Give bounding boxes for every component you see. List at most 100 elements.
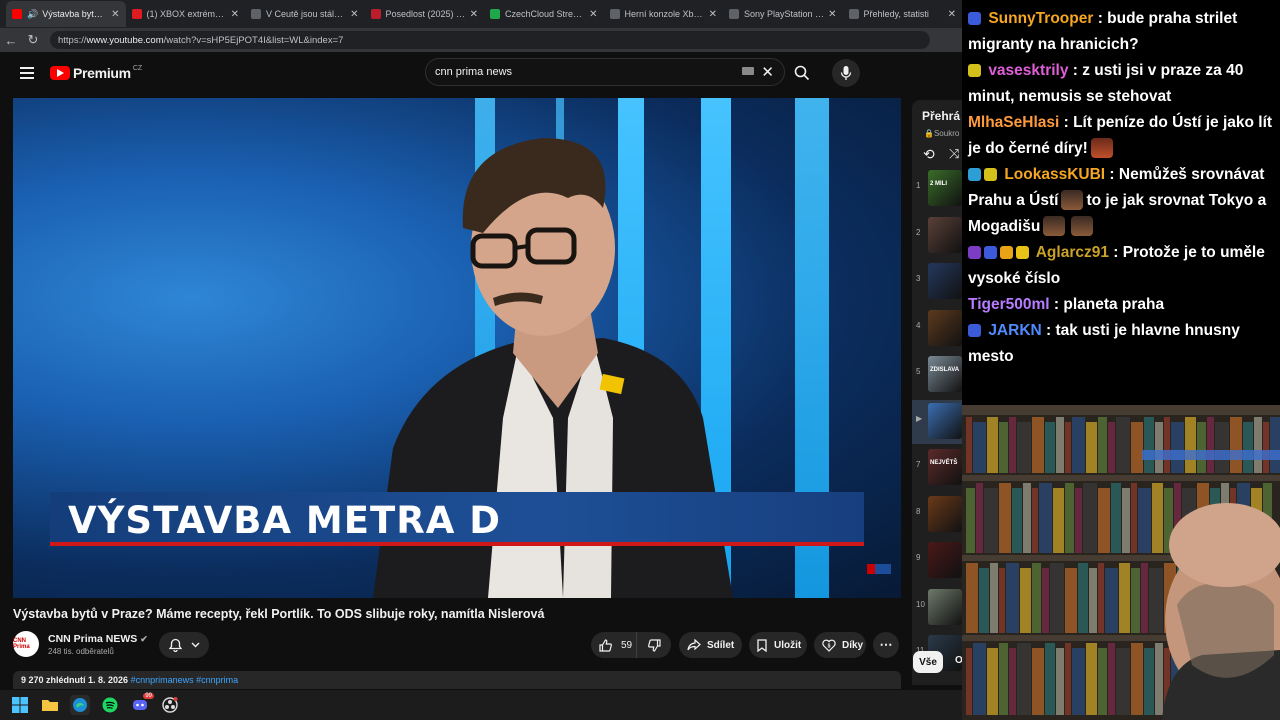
obs-button[interactable] [160,695,180,715]
chat-username[interactable]: Aglarcz91 [1036,244,1109,261]
share-button[interactable]: Sdílet [679,632,742,658]
playlist-thumbnail [928,263,962,299]
lock-icon: 🔒 [924,129,934,138]
hashtags[interactable]: #cnnprimanews #cnnprima [131,675,239,685]
edge-browser-button[interactable] [70,695,90,715]
book-spine [1017,643,1031,715]
start-button[interactable] [10,695,30,715]
playlist-item[interactable]: 5 ZDISLAVA [912,353,962,397]
reload-icon[interactable]: ↻ [22,32,44,48]
chat-message: Tiger500ml : planeta praha [968,296,1165,313]
channel-avatar[interactable]: CNN Prima [13,631,39,657]
url-prefix: https:// [58,34,87,46]
keyboard-icon[interactable] [742,67,754,75]
chat-username[interactable]: JARKN [988,322,1041,339]
loop-icon[interactable]: ⟲ [923,146,935,163]
menu-icon[interactable] [20,67,34,79]
playlist-item[interactable]: 2 [912,214,962,258]
close-tab-icon[interactable]: ✕ [111,9,119,20]
chat-username[interactable]: SunnyTrooper [988,10,1093,27]
broadcaster-logo [867,564,891,574]
playlist-item[interactable]: 4 [912,307,962,351]
playlist-item[interactable]: 3 [912,260,962,304]
book-spine [1053,488,1064,553]
browser-tab[interactable]: 🔊 Výstavba bytů v Praz ✕ [6,1,126,27]
playlist-item[interactable]: 9 [912,539,962,583]
voice-search-button[interactable] [832,59,860,87]
browser-tab[interactable]: Herní konzole Xbox Seri ✕ [604,1,724,27]
close-tab-icon[interactable]: ✕ [589,9,597,20]
like-button[interactable]: 59 [591,632,637,658]
country-code: CZ [132,64,143,72]
file-explorer-button[interactable] [40,695,60,715]
thumbnail-caption: ZDISLAVA [930,367,960,373]
playlist-item[interactable]: 7 NEJVĚTŠ [912,446,962,490]
book-spine [1032,648,1044,715]
chevron-down-icon [191,642,199,648]
save-button[interactable]: Uložit [749,632,807,658]
browser-tab[interactable]: Sony PlayStation 4 Slim ✕ [723,1,843,27]
chip-all[interactable]: Vše [913,651,943,673]
chat-username[interactable]: LookassKUBI [1004,166,1105,183]
close-tab-icon[interactable]: ✕ [470,9,478,20]
book-spine [1098,488,1110,553]
playlist-thumbnail: ZDISLAVA [928,356,962,392]
close-tab-icon[interactable]: ✕ [828,9,836,20]
book-spine [973,643,986,715]
playlist-item[interactable]: 1 2 MILI [912,167,962,211]
notification-bell-button[interactable] [159,632,209,658]
channel-block: CNN Prima CNN Prima NEWS ✔ 248 tis. odbě… [13,631,148,657]
spotify-button[interactable] [100,695,120,715]
search-button[interactable] [786,59,818,87]
search-input[interactable]: cnn prima news ✕ [425,58,785,86]
browser-tab[interactable]: V Ceutě jsou stále tisíce✕ [245,1,365,27]
share-label: Sdílet [707,639,735,651]
clear-search-icon[interactable]: ✕ [761,63,774,81]
book-spine [1230,417,1242,473]
chat-badge-icon [968,246,981,259]
logo-word: Premium [73,65,131,81]
thanks-button[interactable]: $ Díky [814,632,866,658]
playlist-thumbnail [928,495,962,532]
search-value: cnn prima news [435,66,513,78]
chat-badge-icon [968,168,981,181]
book-spine [1164,417,1170,473]
more-actions-button[interactable]: ⋯ [873,632,899,658]
playlist-item[interactable]: 10 [912,586,962,630]
chat-message: vasesktrily : z usti jsi v praze za 40 m… [968,62,1244,105]
close-tab-icon[interactable]: ✕ [948,9,956,20]
book-spine [1023,483,1031,553]
close-tab-icon[interactable]: ✕ [231,9,239,20]
book-spine [1056,648,1064,715]
video-player[interactable]: VÝSTAVBA METRA D [13,98,901,598]
playlist-thumbnail [928,309,962,346]
browser-tab[interactable]: Přehledy, statisti ✕ [843,1,963,27]
browser-tab[interactable]: Posedlost (2025) | ČSFD ✕ [365,1,485,27]
video-title: Výstavba bytů v Praze? Máme recepty, řek… [13,607,545,621]
verified-icon: ✔ [140,633,148,644]
browser-tab[interactable]: (1) XBOX extrémně zdra ✕ [126,1,246,27]
channel-logo-text: CNN Prima [13,638,30,650]
close-tab-icon[interactable]: ✕ [350,9,358,20]
channel-name[interactable]: CNN Prima NEWS [48,633,137,645]
chat-username[interactable]: MlhaSeHlasi [968,114,1059,131]
back-icon[interactable]: ← [0,33,22,48]
playlist-item-number: 8 [916,506,921,516]
youtube-logo[interactable]: Premium CZ [50,65,142,81]
close-tab-icon[interactable]: ✕ [709,9,717,20]
audio-icon[interactable]: 🔊 [27,9,38,20]
url-field[interactable]: https://www.youtube.com/watch?v=sHP5EjPO… [50,31,930,49]
playlist-item[interactable]: 8 [912,493,962,537]
discord-button[interactable]: 99 [130,693,154,715]
dislike-button[interactable] [637,632,671,658]
browser-tab[interactable]: CzechCloud Stream - Wi✕ [484,1,604,27]
description-box[interactable]: 9 270 zhlédnutí 1. 8. 2026 #cnnprimanews… [13,671,901,689]
chat-username[interactable]: Tiger500ml [968,296,1050,313]
playlist-item[interactable]: ▶ [912,399,962,444]
chat-message: SunnyTrooper : bude praha strilet migran… [968,10,1238,53]
book-spine [966,563,978,633]
shuffle-icon[interactable]: ⤨ [949,146,959,162]
favicon-icon [729,9,739,19]
notification-badge: 99 [143,693,154,699]
chat-username[interactable]: vasesktrily [988,62,1068,79]
